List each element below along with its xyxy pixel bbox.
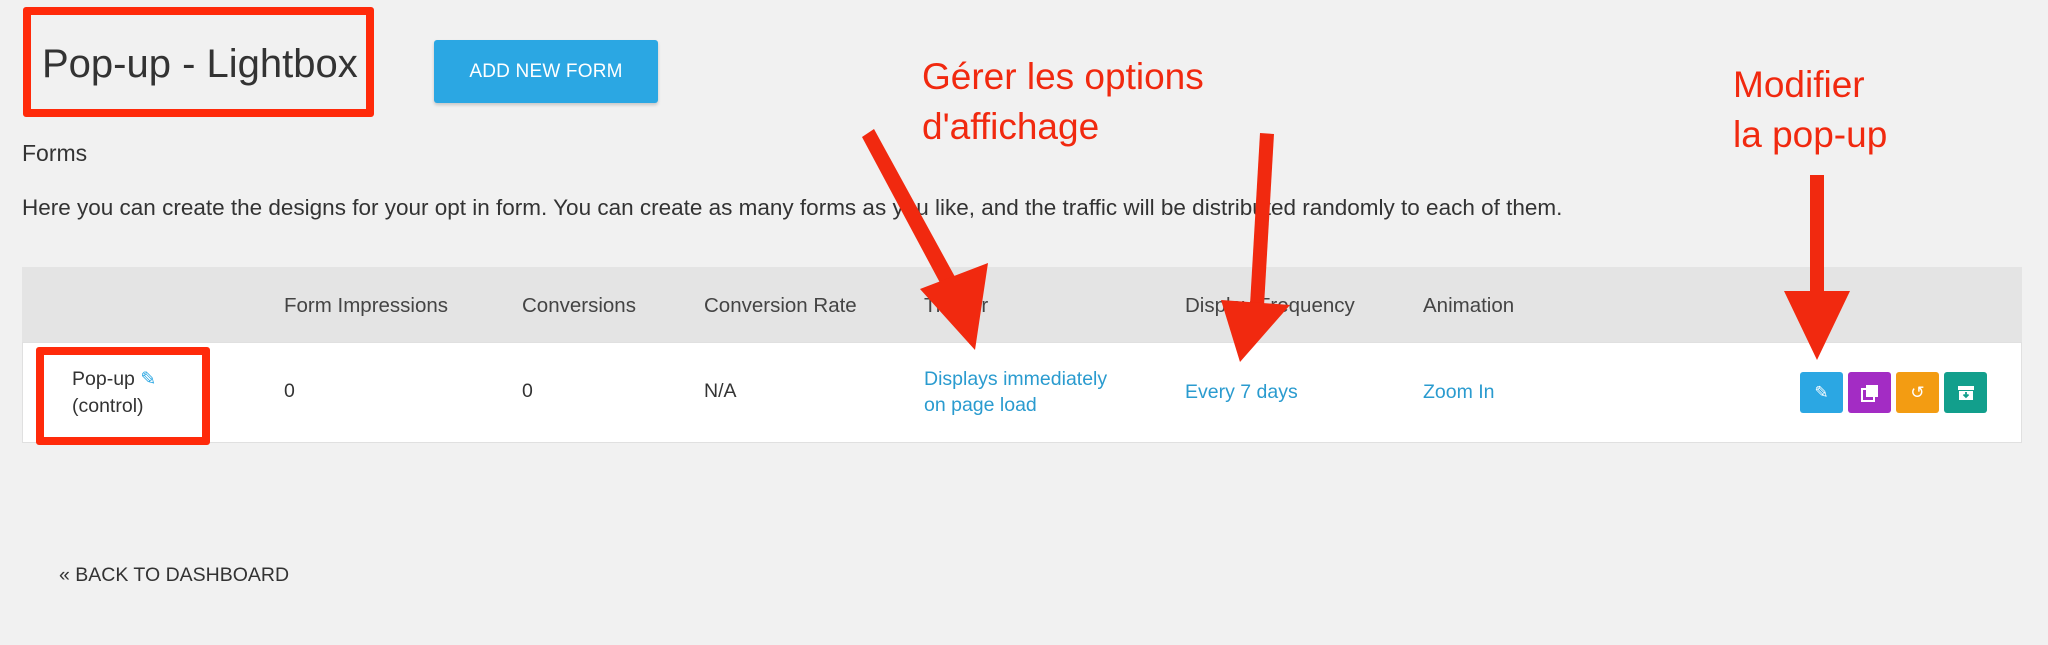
annotation-line: Gérer les options [922,56,1204,97]
description-text: Here you can create the designs for your… [22,195,1563,220]
reset-icon: ↺ [1910,382,1925,402]
column-header-animation: Animation [1423,294,1515,317]
conversions-value: 0 [522,380,533,402]
impressions-value: 0 [284,380,295,402]
column-header-trigger: Trigger [924,294,989,317]
reset-stats-button[interactable]: ↺ [1896,372,1939,413]
section-label: Forms [22,140,88,166]
column-header-impressions: Form Impressions [284,294,449,317]
column-header-display-frequency: Display Frequency [1185,294,1355,317]
add-new-form-button[interactable]: ADD NEW FORM [434,40,658,103]
animation-link[interactable]: Zoom In [1423,379,1495,405]
annotation-line: d'affichage [922,106,1100,147]
form-name: Pop-up [72,368,135,390]
annotation-display-options: Gérer les options d'affichage [922,52,1204,152]
trigger-line-2: on page load [924,394,1037,416]
page-title: Pop-up - Lightbox [42,42,358,86]
edit-name-pencil-icon[interactable]: ✎ [140,369,156,390]
archive-icon [1957,385,1974,400]
annotation-line: la pop-up [1733,114,1888,155]
trigger-link[interactable]: Displays immediately on page load [924,366,1107,418]
edit-popup-button[interactable]: ✎ [1800,372,1843,413]
archive-button[interactable] [1944,372,1987,413]
annotation-edit-popup: Modifier la pop-up [1733,60,1887,160]
form-name-cell: Pop-up ✎ (control) [72,366,156,420]
table-header: Form Impressions Conversions Conversion … [22,267,2022,342]
column-header-conversions: Conversions [522,294,636,317]
trigger-line-1: Displays immediately [924,368,1108,390]
pencil-icon: ✎ [1814,382,1829,402]
duplicate-icon [1860,384,1878,402]
duplicate-button[interactable] [1848,372,1891,413]
frequency-link[interactable]: Every 7 days [1185,379,1298,405]
column-header-conversion-rate: Conversion Rate [704,294,857,317]
annotation-line: Modifier [1733,64,1865,105]
conversion-rate-value: N/A [704,380,737,402]
form-variant: (control) [72,395,144,417]
back-to-dashboard-link[interactable]: « BACK TO DASHBOARD [59,564,289,587]
